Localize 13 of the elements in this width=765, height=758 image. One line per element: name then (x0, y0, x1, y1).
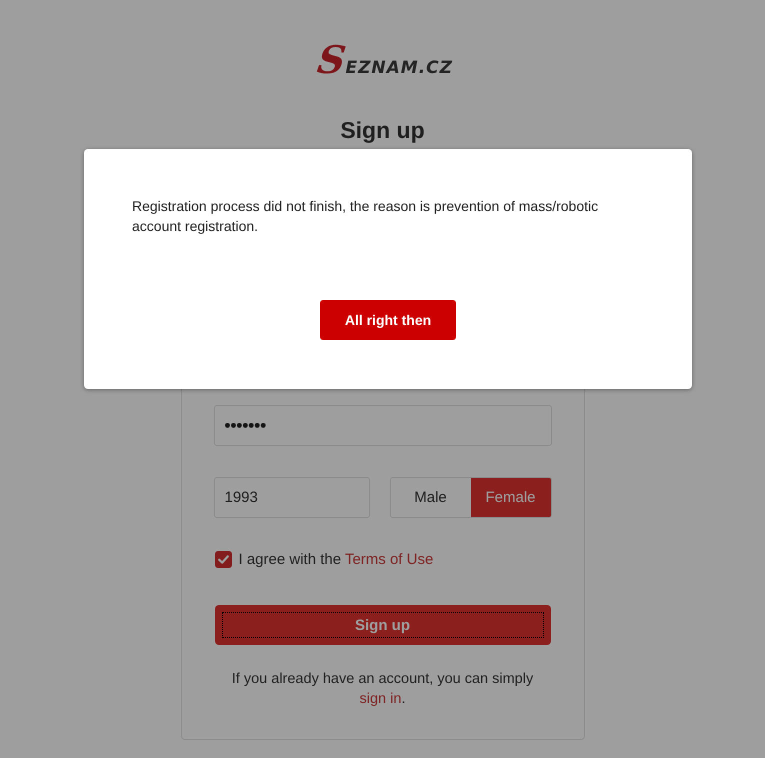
sign-up-button[interactable]: Sign up (214, 605, 550, 645)
checkbox[interactable] (214, 551, 232, 568)
logo[interactable]: SEZNAM.CZ (318, 42, 453, 78)
page-heading: Sign up (340, 116, 425, 144)
agreement-text: I agree with the Terms of Use (238, 551, 434, 568)
gender-option[interactable]: Female (470, 478, 550, 517)
sign-in-note: If you already have an account, you can simply sign in. (230, 670, 534, 709)
birth-year-field[interactable]: 1993 (214, 477, 370, 518)
terms-link[interactable]: Terms of Use (344, 551, 434, 568)
password-field[interactable]: ••••••• (214, 405, 552, 446)
sign-in-link[interactable]: sign in (360, 691, 402, 707)
confirm-button[interactable]: All right then (320, 300, 456, 340)
dialog-message: Registration process did not finish, the reason is prevention of mass/robotic account registration. (132, 197, 600, 236)
